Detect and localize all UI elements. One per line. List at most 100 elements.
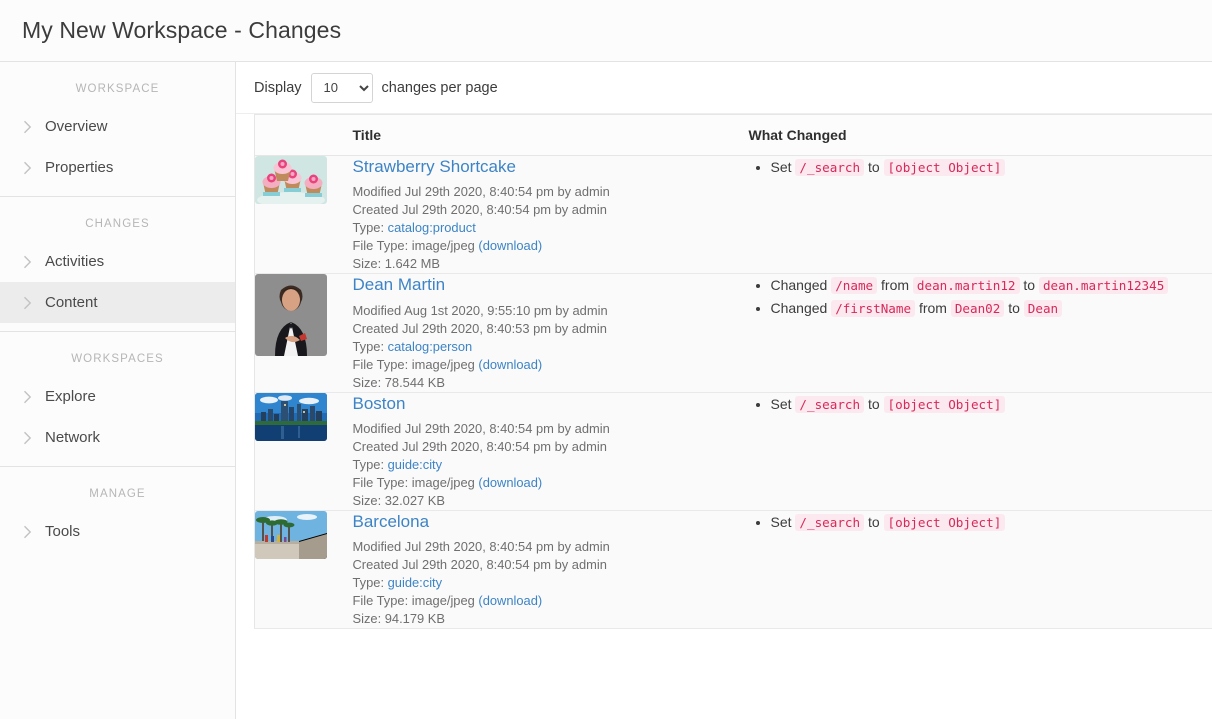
item-title-link[interactable]: Boston bbox=[353, 393, 406, 414]
change-old-value: dean.martin12 bbox=[913, 277, 1020, 294]
size-value: 94.179 KB bbox=[385, 611, 445, 626]
change-verb: Changed bbox=[771, 300, 828, 316]
file-type-label: File Type: bbox=[353, 357, 409, 372]
item-title-link[interactable]: Barcelona bbox=[353, 511, 430, 532]
table-row[interactable]: BostonModified Jul 29th 2020, 8:40:54 pm… bbox=[255, 392, 1212, 510]
portrait-thumbnail[interactable] bbox=[255, 274, 327, 356]
change-new-value: [object Object] bbox=[884, 159, 1006, 176]
column-header-thumbnail bbox=[255, 115, 353, 156]
change-new-value: [object Object] bbox=[884, 514, 1006, 531]
change-preposition: to bbox=[868, 514, 880, 530]
nav-group-label: CHANGES bbox=[0, 197, 235, 241]
what-changed-cell: Set /_search to [object Object] bbox=[749, 156, 1212, 274]
change-path: /_search bbox=[795, 514, 864, 531]
type-value-link[interactable]: guide:city bbox=[388, 575, 442, 590]
column-header-what-changed: What Changed bbox=[749, 115, 1212, 156]
change-verb: Set bbox=[771, 159, 792, 175]
changes-table: Title What Changed Strawberry ShortcakeM… bbox=[254, 114, 1212, 629]
type-value-link[interactable]: catalog:person bbox=[388, 339, 473, 354]
change-path: /firstName bbox=[831, 300, 915, 317]
change-preposition: to bbox=[868, 396, 880, 412]
sidebar-item-content[interactable]: Content bbox=[0, 282, 235, 323]
table-row[interactable]: BarcelonaModified Jul 29th 2020, 8:40:54… bbox=[255, 510, 1212, 628]
file-type-value: image/jpeg bbox=[412, 357, 475, 372]
change-preposition: to bbox=[868, 159, 880, 175]
palm-promenade-thumbnail[interactable] bbox=[255, 511, 327, 559]
table-row[interactable]: Dean Martin Modified Aug 1st 2020, 9:55:1… bbox=[255, 274, 1212, 392]
created-line: Created Jul 29th 2020, 8:40:54 pm by adm… bbox=[353, 556, 749, 574]
thumbnail-cell bbox=[255, 392, 353, 510]
change-entry: Changed /name from dean.martin12 to dean… bbox=[771, 274, 1212, 297]
size-label: Size: bbox=[353, 375, 382, 390]
change-verb: Set bbox=[771, 396, 792, 412]
size-label: Size: bbox=[353, 493, 382, 508]
what-changed-cell: Set /_search to [object Object] bbox=[749, 510, 1212, 628]
size-label: Size: bbox=[353, 611, 382, 626]
sidebar-item-label: Activities bbox=[45, 253, 104, 270]
created-line: Created Jul 29th 2020, 8:40:53 pm by adm… bbox=[353, 320, 749, 338]
type-line: Type: catalog:product bbox=[353, 219, 749, 237]
change-preposition: from bbox=[919, 300, 947, 316]
change-list: Set /_search to [object Object] bbox=[749, 511, 1212, 534]
title-cell: BarcelonaModified Jul 29th 2020, 8:40:54… bbox=[353, 510, 749, 628]
file-type-line: File Type: image/jpeg (download) bbox=[353, 237, 749, 255]
city-skyline-thumbnail[interactable] bbox=[255, 393, 327, 441]
type-label: Type: bbox=[353, 575, 385, 590]
sidebar-item-label: Tools bbox=[45, 523, 80, 540]
changes-table-container[interactable]: Title What Changed Strawberry ShortcakeM… bbox=[236, 114, 1212, 719]
download-link[interactable]: (download) bbox=[478, 238, 542, 253]
column-header-title: Title bbox=[353, 115, 749, 156]
chevron-right-icon bbox=[18, 296, 36, 310]
change-list: Set /_search to [object Object] bbox=[749, 393, 1212, 416]
table-row[interactable]: Strawberry ShortcakeModified Jul 29th 20… bbox=[255, 156, 1212, 274]
download-link[interactable]: (download) bbox=[478, 593, 542, 608]
nav-group-label: MANAGE bbox=[0, 467, 235, 511]
nav-group-label: WORKSPACES bbox=[0, 332, 235, 376]
sidebar-item-tools[interactable]: Tools bbox=[0, 511, 235, 552]
file-type-label: File Type: bbox=[353, 238, 409, 253]
display-toolbar: Display 102550100 changes per page bbox=[236, 62, 1212, 114]
file-type-value: image/jpeg bbox=[412, 593, 475, 608]
nav-group-manage: MANAGE Tools bbox=[0, 467, 235, 560]
chevron-right-icon bbox=[18, 431, 36, 445]
size-value: 78.544 KB bbox=[385, 375, 445, 390]
sidebar-item-explore[interactable]: Explore bbox=[0, 376, 235, 417]
file-type-value: image/jpeg bbox=[412, 475, 475, 490]
change-preposition-2: to bbox=[1008, 300, 1020, 316]
modified-line: Modified Aug 1st 2020, 9:55:10 pm by adm… bbox=[353, 302, 749, 320]
per-page-label: changes per page bbox=[382, 80, 498, 96]
page-size-select[interactable]: 102550100 bbox=[311, 73, 373, 103]
title-cell: Strawberry ShortcakeModified Jul 29th 20… bbox=[353, 156, 749, 274]
size-label: Size: bbox=[353, 256, 382, 271]
what-changed-cell: Set /_search to [object Object] bbox=[749, 392, 1212, 510]
nav-group-workspaces: WORKSPACESExploreNetwork bbox=[0, 332, 235, 467]
change-path: /name bbox=[831, 277, 877, 294]
change-path: /_search bbox=[795, 159, 864, 176]
chevron-right-icon bbox=[18, 120, 36, 134]
item-title-link[interactable]: Dean Martin bbox=[353, 274, 446, 295]
change-path: /_search bbox=[795, 396, 864, 413]
type-value-link[interactable]: guide:city bbox=[388, 457, 442, 472]
download-link[interactable]: (download) bbox=[478, 475, 542, 490]
title-cell: BostonModified Jul 29th 2020, 8:40:54 pm… bbox=[353, 392, 749, 510]
download-link[interactable]: (download) bbox=[478, 357, 542, 372]
cupcakes-thumbnail[interactable] bbox=[255, 156, 327, 204]
file-type-value: image/jpeg bbox=[412, 238, 475, 253]
size-line: Size: 78.544 KB bbox=[353, 374, 749, 392]
item-title-link[interactable]: Strawberry Shortcake bbox=[353, 156, 516, 177]
size-value: 32.027 KB bbox=[385, 493, 445, 508]
sidebar-item-properties[interactable]: Properties bbox=[0, 147, 235, 188]
file-type-line: File Type: image/jpeg (download) bbox=[353, 592, 749, 610]
sidebar-item-network[interactable]: Network bbox=[0, 417, 235, 458]
thumbnail-cell bbox=[255, 156, 353, 274]
file-type-label: File Type: bbox=[353, 475, 409, 490]
sidebar-item-activities[interactable]: Activities bbox=[0, 241, 235, 282]
change-new-value: dean.martin12345 bbox=[1039, 277, 1168, 294]
created-line: Created Jul 29th 2020, 8:40:54 pm by adm… bbox=[353, 438, 749, 456]
type-value-link[interactable]: catalog:product bbox=[388, 220, 476, 235]
sidebar-item-overview[interactable]: Overview bbox=[0, 106, 235, 147]
sidebar-item-label: Properties bbox=[45, 159, 113, 176]
size-value: 1.642 MB bbox=[385, 256, 440, 271]
size-line: Size: 32.027 KB bbox=[353, 492, 749, 510]
change-preposition-2: to bbox=[1023, 277, 1035, 293]
